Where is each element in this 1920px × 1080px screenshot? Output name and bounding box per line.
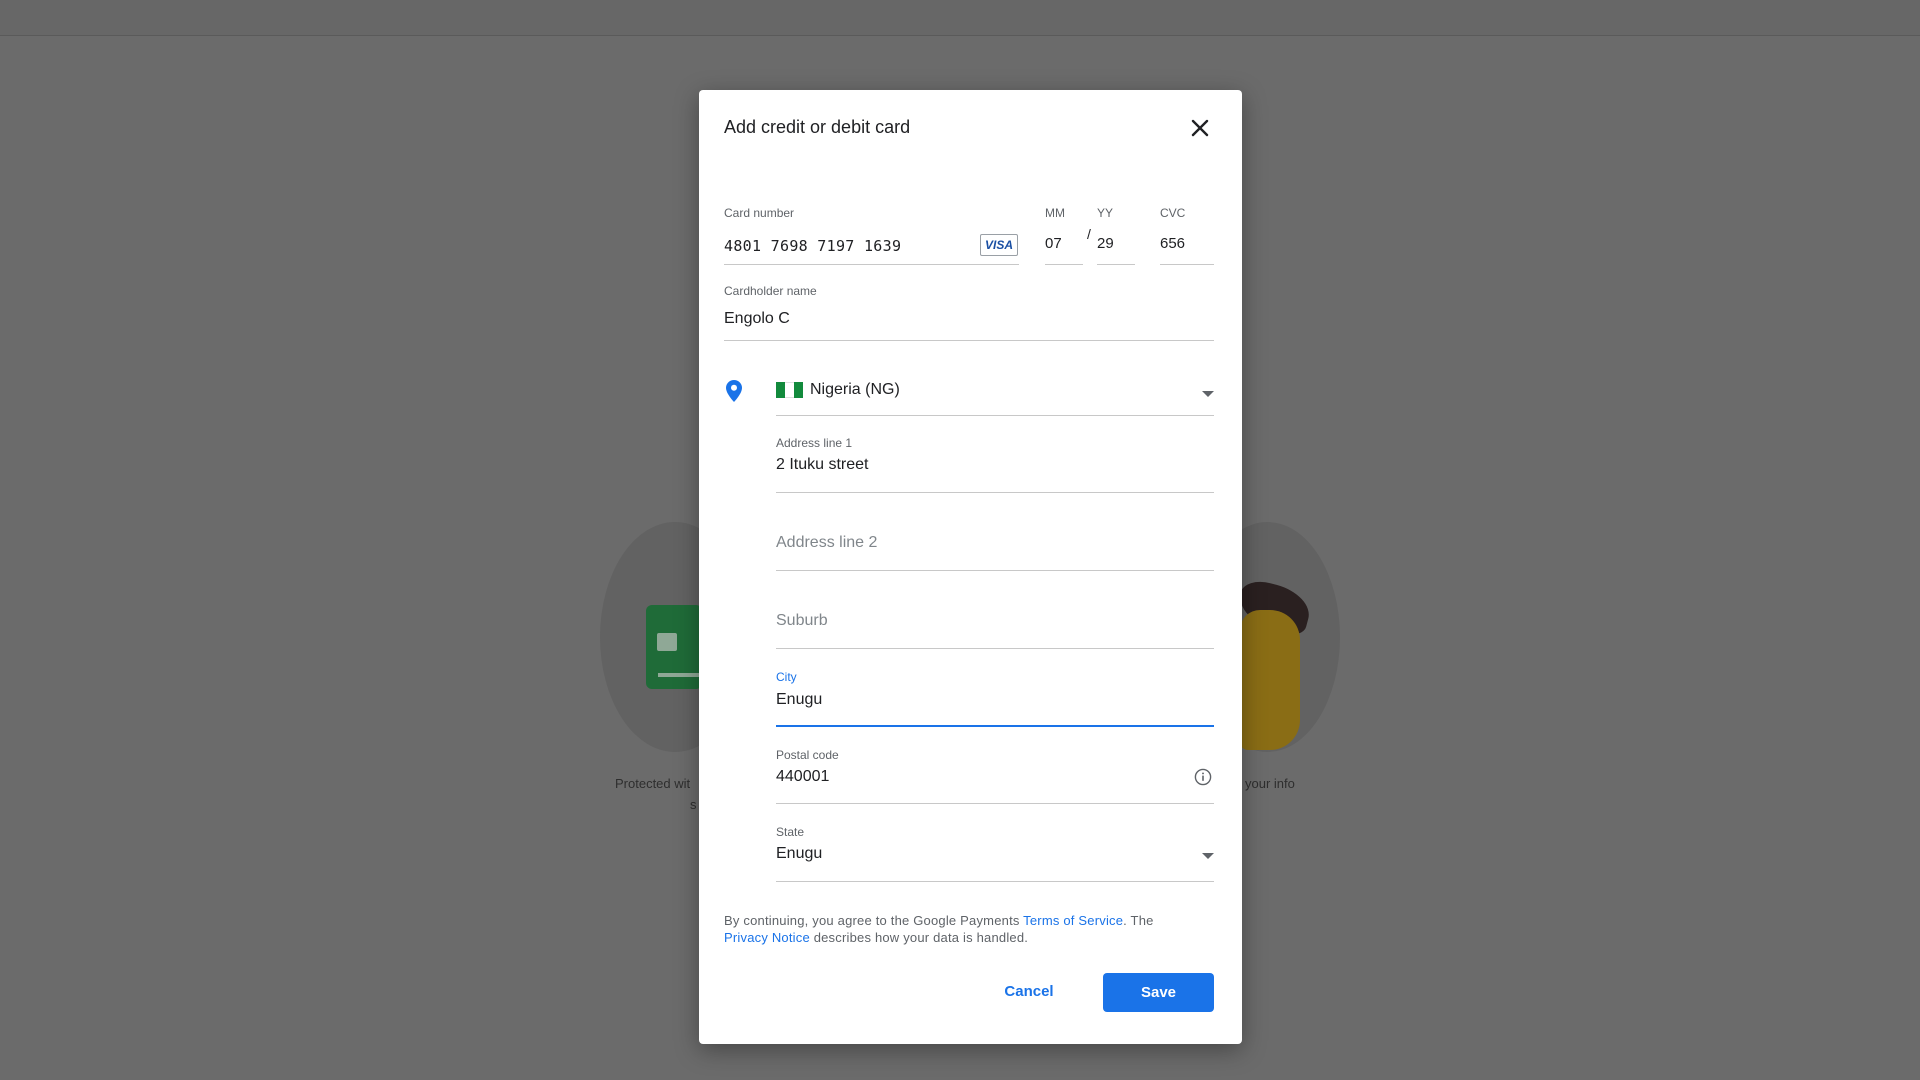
state-value: Enugu — [776, 845, 823, 862]
address-line-1-label: Address line 1 — [776, 436, 853, 450]
close-icon — [1191, 119, 1209, 137]
postal-code-field[interactable]: Postal code 440001 — [776, 743, 1214, 804]
privacy-notice-link[interactable]: Privacy Notice — [724, 930, 810, 945]
terms-of-service-link[interactable]: Terms of Service — [1023, 913, 1123, 928]
state-label: State — [776, 825, 805, 839]
expiry-separator: / — [1087, 226, 1091, 242]
background-caption-left: Protected wit — [615, 776, 691, 791]
chevron-down-icon — [1202, 391, 1214, 397]
save-button[interactable]: Save — [1103, 973, 1214, 1012]
chevron-down-icon — [1202, 853, 1214, 859]
expiry-month-field[interactable]: MM 07 — [1045, 201, 1083, 265]
cvc-field[interactable]: CVC 656 — [1160, 201, 1214, 265]
address-line-1-value: 2 Ituku street — [776, 456, 869, 473]
legal-text-2: . The — [1123, 913, 1154, 928]
cardholder-name-value: Engolo C — [724, 310, 790, 327]
dialog-title: Add credit or debit card — [724, 117, 911, 137]
background-caption-right: your info — [1245, 776, 1295, 791]
legal-notice: By continuing, you agree to the Google P… — [724, 912, 1204, 946]
cardholder-name-label: Cardholder name — [724, 284, 817, 298]
country-value: Nigeria (NG) — [810, 381, 900, 398]
visa-icon: VISA — [980, 234, 1018, 256]
expiry-year-label: YY — [1097, 206, 1114, 220]
city-label: City — [776, 670, 797, 684]
card-stripe-shape — [658, 673, 702, 677]
country-select[interactable]: Nigeria (NG) — [776, 371, 1214, 416]
background-caption-left-2: s — [690, 797, 697, 812]
expiry-month-value: 07 — [1045, 235, 1062, 252]
state-select[interactable]: State Enugu — [776, 820, 1214, 882]
add-card-dialog: Add credit or debit card Card number 480… — [699, 90, 1242, 1044]
close-button[interactable] — [1186, 114, 1214, 142]
legal-text-3: describes how your data is handled. — [809, 930, 1029, 945]
expiry-year-value: 29 — [1097, 235, 1114, 252]
suburb-placeholder: Suburb — [776, 612, 828, 629]
info-icon[interactable] — [1194, 768, 1212, 786]
address-line-1-field[interactable]: Address line 1 2 Ituku street — [776, 430, 1214, 493]
city-field[interactable]: City Enugu — [776, 664, 1214, 727]
cardholder-name-field[interactable]: Cardholder name Engolo C — [724, 279, 1214, 341]
cancel-button[interactable]: Cancel — [979, 972, 1079, 1010]
suburb-field[interactable]: Suburb — [776, 586, 1214, 649]
card-number-label: Card number — [724, 206, 795, 220]
card-number-value: 4801 7698 7197 1639 — [724, 237, 902, 255]
legal-text-1: By continuing, you agree to the Google P… — [724, 913, 1024, 928]
background-card-illustration — [646, 605, 702, 689]
nigeria-flag-icon — [776, 382, 803, 398]
card-number-field[interactable]: Card number 4801 7698 7197 1639 VISA — [724, 201, 1019, 265]
expiry-year-field[interactable]: YY 29 — [1097, 201, 1135, 265]
top-bar — [0, 0, 1920, 36]
postal-code-label: Postal code — [776, 748, 839, 762]
address-line-2-placeholder: Address line 2 — [776, 534, 878, 551]
card-chip-shape — [657, 633, 677, 651]
background-person-illustration — [1240, 610, 1300, 750]
postal-code-value: 440001 — [776, 768, 830, 785]
address-line-2-field[interactable]: Address line 2 — [776, 508, 1214, 571]
city-value: Enugu — [776, 691, 823, 708]
location-pin-icon — [726, 380, 742, 402]
cvc-label: CVC — [1160, 206, 1186, 220]
expiry-month-label: MM — [1045, 206, 1065, 220]
cvc-value: 656 — [1160, 235, 1186, 252]
